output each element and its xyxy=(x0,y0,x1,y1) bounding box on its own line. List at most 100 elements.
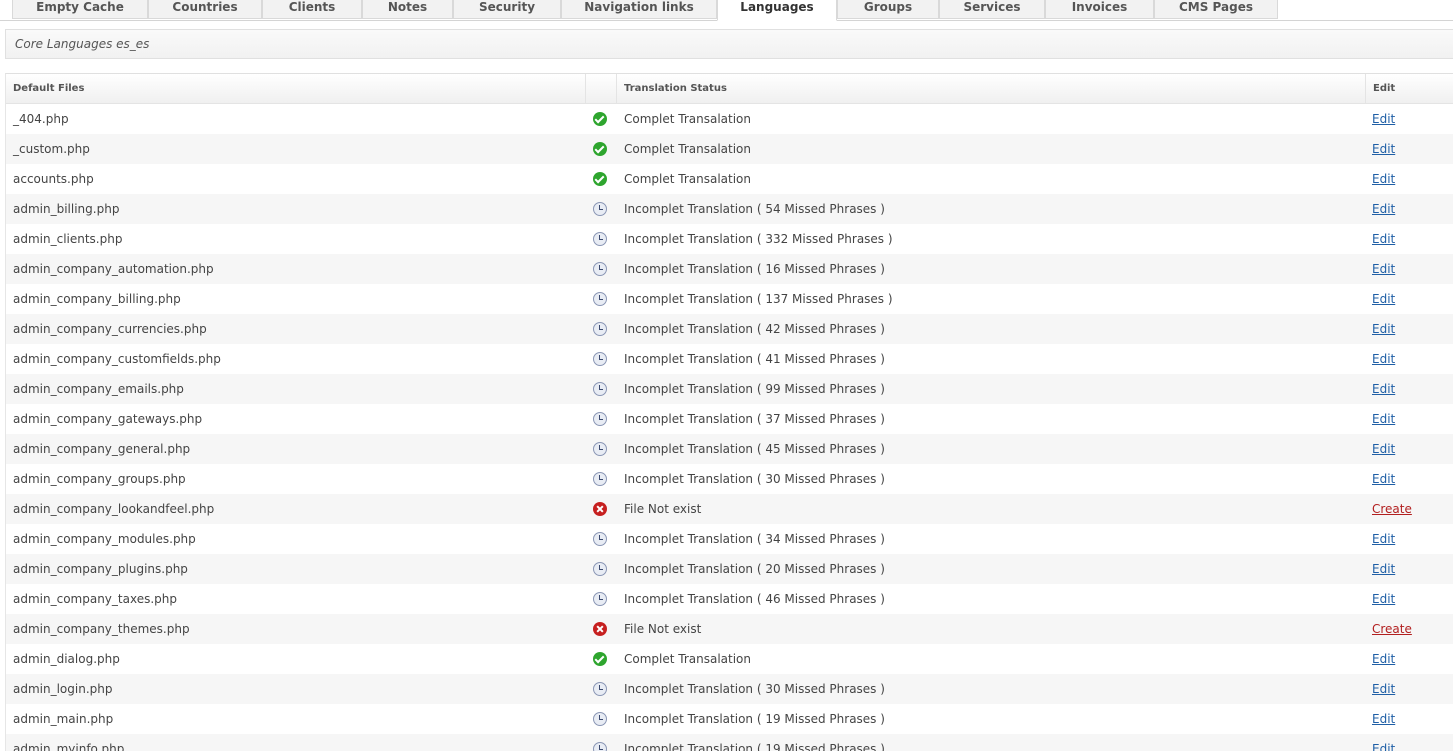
status-icon-cell xyxy=(593,164,609,194)
status-icon-cell xyxy=(593,644,609,674)
clock-icon xyxy=(593,562,607,576)
table-row: admin_company_automation.php Incomplet Tr… xyxy=(6,254,1453,284)
clock-icon xyxy=(593,682,607,696)
edit-link[interactable]: Edit xyxy=(1372,202,1395,216)
file-name: _custom.php xyxy=(13,142,90,156)
tab-languages[interactable]: Languages xyxy=(717,0,837,21)
file-name: _404.php xyxy=(13,112,69,126)
status-icon-cell xyxy=(593,224,609,254)
file-name: admin_company_general.php xyxy=(13,442,191,456)
edit-link[interactable]: Edit xyxy=(1372,682,1395,696)
table-row: admin_company_currencies.php Incomplet Tr… xyxy=(6,314,1453,344)
section-title: Core Languages es_es xyxy=(5,29,1453,59)
tab-bar: Empty Cache Countries Clients Notes Secu… xyxy=(0,0,1453,21)
translation-status: Incomplet Translation ( 45 Missed Phrase… xyxy=(624,442,885,456)
translation-status: Incomplet Translation ( 99 Missed Phrase… xyxy=(624,382,885,396)
translation-status: Incomplet Translation ( 41 Missed Phrase… xyxy=(624,352,885,366)
translation-status: Incomplet Translation ( 30 Missed Phrase… xyxy=(624,472,885,486)
translation-status: Complet Transalation xyxy=(624,142,752,156)
file-name: accounts.php xyxy=(13,172,94,186)
file-name: admin_dialog.php xyxy=(13,652,120,666)
edit-link[interactable]: Edit xyxy=(1372,292,1395,306)
language-files-table: Default Files Translation Status Edit _4… xyxy=(5,73,1453,751)
action-cell: Edit xyxy=(1372,254,1395,284)
clock-icon xyxy=(593,202,607,216)
edit-link[interactable]: Edit xyxy=(1372,262,1395,276)
error-icon xyxy=(593,502,607,516)
tab-notes[interactable]: Notes xyxy=(362,0,453,19)
translation-status: Incomplet Translation ( 19 Missed Phrase… xyxy=(624,712,885,726)
edit-link[interactable]: Edit xyxy=(1372,232,1395,246)
tab-groups[interactable]: Groups xyxy=(837,0,939,19)
column-header-translation-status: Translation Status xyxy=(617,74,1366,103)
translation-status: Complet Transalation xyxy=(624,112,752,126)
translation-status: Incomplet Translation ( 34 Missed Phrase… xyxy=(624,532,885,546)
file-name: admin_company_modules.php xyxy=(13,532,196,546)
clock-icon xyxy=(593,292,607,306)
status-icon-cell xyxy=(593,434,609,464)
edit-link[interactable]: Edit xyxy=(1372,352,1395,366)
action-cell: Edit xyxy=(1372,344,1395,374)
file-name: admin_main.php xyxy=(13,712,114,726)
action-cell: Edit xyxy=(1372,554,1395,584)
clock-icon xyxy=(593,592,607,606)
status-icon-cell xyxy=(593,374,609,404)
tab-navigation-links[interactable]: Navigation links xyxy=(561,0,717,19)
translation-status: Incomplet Translation ( 37 Missed Phrase… xyxy=(624,412,885,426)
edit-link[interactable]: Edit xyxy=(1372,562,1395,576)
edit-link[interactable]: Edit xyxy=(1372,142,1395,156)
edit-link[interactable]: Edit xyxy=(1372,532,1395,546)
file-name: admin_myinfo.php xyxy=(13,742,125,751)
edit-link[interactable]: Edit xyxy=(1372,322,1395,336)
table-row: admin_company_lookandfeel.php File Not ex… xyxy=(6,494,1453,524)
column-header-edit: Edit xyxy=(1373,83,1396,94)
translation-status: Complet Transalation xyxy=(624,172,752,186)
column-header-status-icon xyxy=(586,74,617,103)
status-icon-cell xyxy=(593,674,609,704)
action-cell: Edit xyxy=(1372,104,1395,134)
action-cell: Edit xyxy=(1372,164,1395,194)
table-header: Default Files Translation Status Edit xyxy=(6,74,1453,104)
table-row: admin_company_general.php Incomplet Trans… xyxy=(6,434,1453,464)
create-link[interactable]: Create xyxy=(1372,502,1412,516)
action-cell: Edit xyxy=(1372,224,1395,254)
table-row: admin_dialog.php Complet Transalation Edit xyxy=(6,644,1453,674)
edit-link[interactable]: Edit xyxy=(1372,382,1395,396)
translation-status: Incomplet Translation ( 19 Missed Phrase… xyxy=(624,742,885,751)
tab-empty-cache[interactable]: Empty Cache xyxy=(12,0,148,19)
action-cell: Edit xyxy=(1372,284,1395,314)
table-body: _404.php Complet Transalation Edit _custom.… xyxy=(6,104,1453,751)
edit-link[interactable]: Edit xyxy=(1372,652,1395,666)
status-icon-cell xyxy=(593,194,609,224)
table-row: admin_company_groups.php Incomplet Transl… xyxy=(6,464,1453,494)
table-row: admin_company_modules.php Incomplet Trans… xyxy=(6,524,1453,554)
tab-security[interactable]: Security xyxy=(453,0,561,19)
check-icon xyxy=(593,112,607,126)
table-row: admin_company_billing.php Incomplet Trans… xyxy=(6,284,1453,314)
file-name: admin_company_gateways.php xyxy=(13,412,203,426)
edit-link[interactable]: Edit xyxy=(1372,712,1395,726)
status-icon-cell xyxy=(593,554,609,584)
table-row: admin_billing.php Incomplet Translation (… xyxy=(6,194,1453,224)
tab-clients[interactable]: Clients xyxy=(262,0,362,19)
edit-link[interactable]: Edit xyxy=(1372,412,1395,426)
file-name: admin_company_customfields.php xyxy=(13,352,221,366)
create-link[interactable]: Create xyxy=(1372,622,1412,636)
translation-status: Incomplet Translation ( 46 Missed Phrase… xyxy=(624,592,885,606)
action-cell: Edit xyxy=(1372,194,1395,224)
edit-link[interactable]: Edit xyxy=(1372,442,1395,456)
tab-cms-pages[interactable]: CMS Pages xyxy=(1154,0,1278,19)
edit-link[interactable]: Edit xyxy=(1372,592,1395,606)
file-name: admin_company_currencies.php xyxy=(13,322,207,336)
action-cell: Create xyxy=(1372,614,1412,644)
tab-services[interactable]: Services xyxy=(939,0,1045,19)
edit-link[interactable]: Edit xyxy=(1372,172,1395,186)
tab-countries[interactable]: Countries xyxy=(148,0,262,19)
file-name: admin_company_billing.php xyxy=(13,292,181,306)
status-icon-cell xyxy=(593,344,609,374)
tab-invoices[interactable]: Invoices xyxy=(1045,0,1154,19)
edit-link[interactable]: Edit xyxy=(1372,112,1395,126)
edit-link[interactable]: Edit xyxy=(1372,472,1395,486)
table-row: admin_main.php Incomplet Translation ( 19… xyxy=(6,704,1453,734)
status-icon-cell xyxy=(593,704,609,734)
